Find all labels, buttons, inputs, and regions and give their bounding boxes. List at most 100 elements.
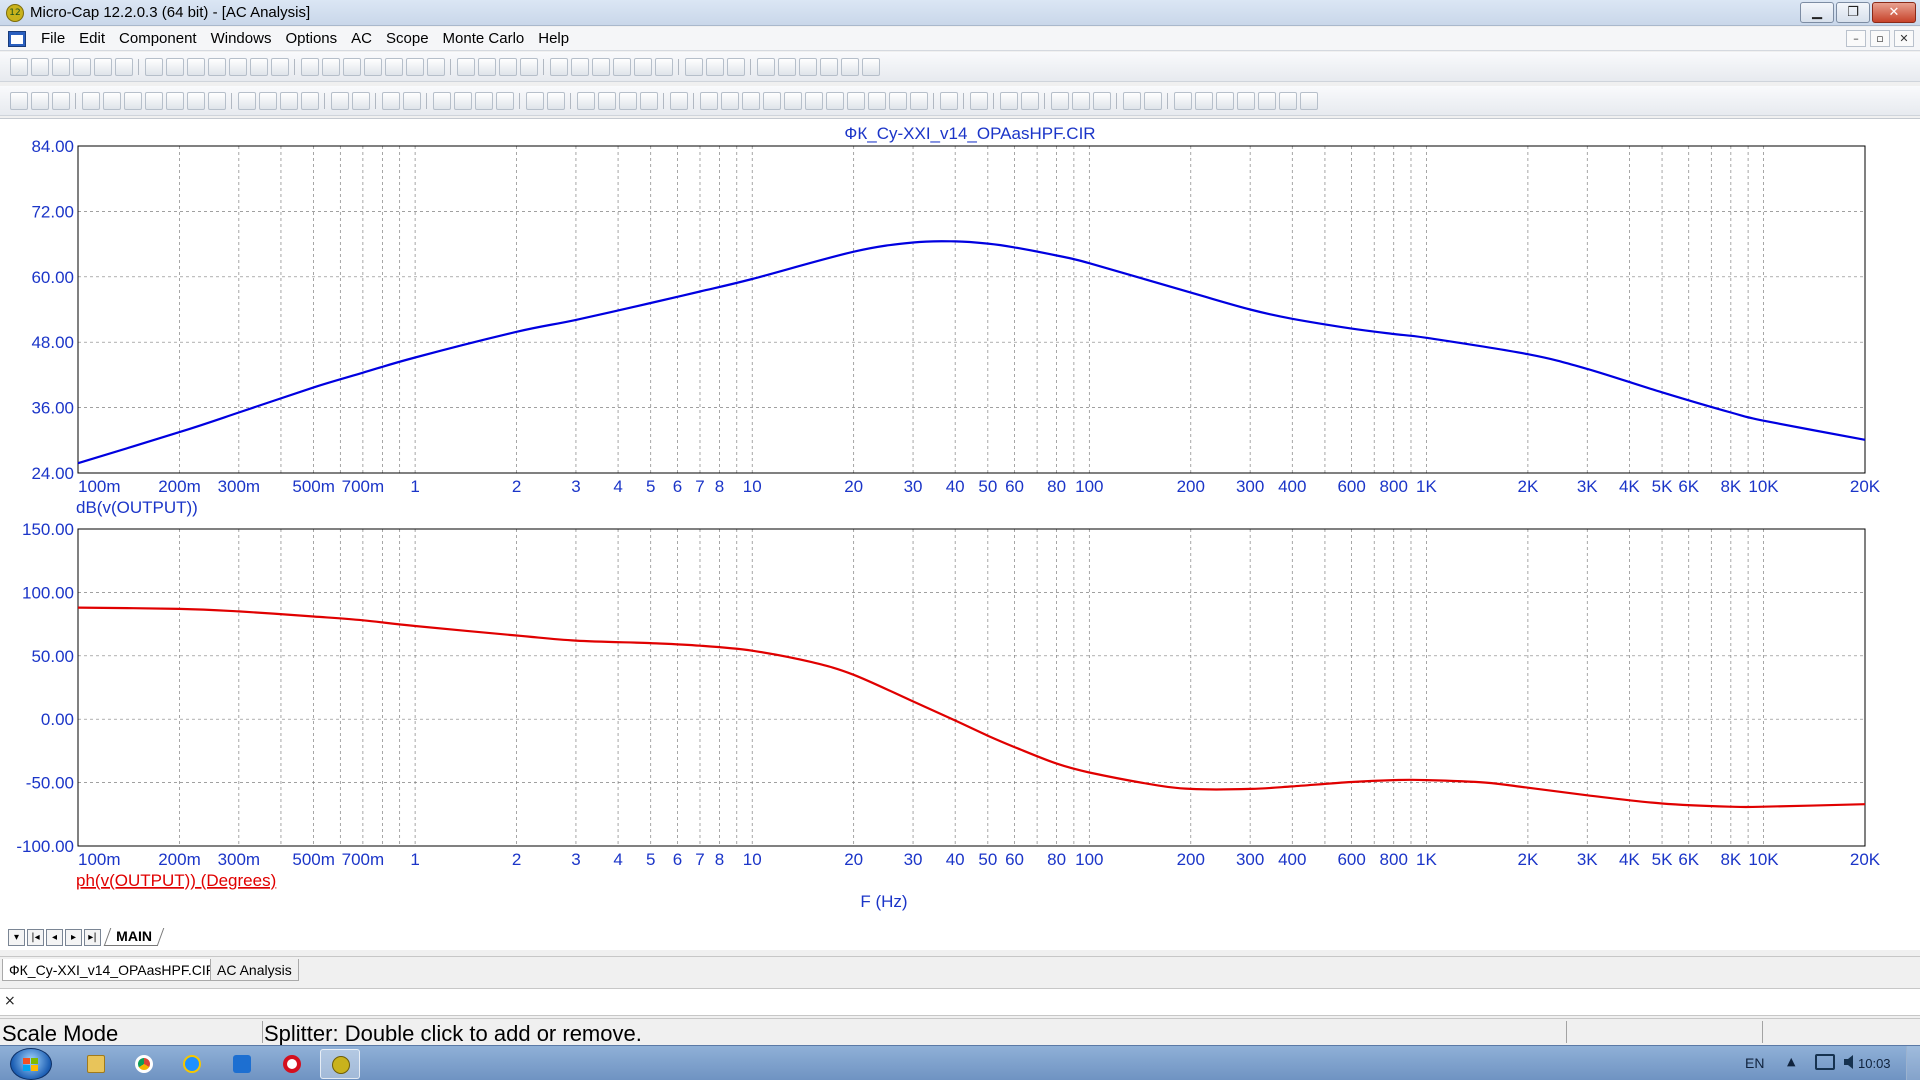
window3-icon[interactable] [124, 92, 142, 110]
menu-monte-carlo[interactable]: Monte Carlo [436, 30, 532, 48]
output-close-icon[interactable]: × [4, 993, 16, 1009]
copy-icon[interactable] [208, 58, 226, 76]
first-page-button[interactable]: |◂ [27, 928, 44, 946]
color-icon[interactable] [1123, 92, 1141, 110]
print-icon[interactable] [115, 58, 133, 76]
peak-icon[interactable] [700, 92, 718, 110]
source-icon[interactable] [520, 58, 538, 76]
window1-icon[interactable] [82, 92, 100, 110]
phase-trace-label[interactable]: ph(v(OUTPUT)) (Degrees) [76, 871, 276, 890]
window4-icon[interactable] [145, 92, 163, 110]
properties-icon[interactable] [757, 58, 775, 76]
magnitude-trace-label[interactable]: dB(v(OUTPUT)) [76, 498, 198, 517]
tray-expand-icon[interactable]: ▲ [1787, 1055, 1795, 1068]
last-page-button[interactable]: ▸| [84, 928, 101, 946]
window6-icon[interactable] [187, 92, 205, 110]
resistor-icon[interactable] [322, 58, 340, 76]
menu-windows[interactable]: Windows [204, 30, 279, 48]
grid2-icon[interactable] [547, 92, 565, 110]
cursor-icon[interactable] [352, 92, 370, 110]
align3-icon[interactable] [1216, 92, 1234, 110]
chart-icon[interactable] [841, 58, 859, 76]
high-icon[interactable] [742, 92, 760, 110]
undo-icon[interactable] [145, 58, 163, 76]
save-all-icon[interactable] [73, 58, 91, 76]
zoom4-icon[interactable] [640, 92, 658, 110]
menu-options[interactable]: Options [278, 30, 344, 48]
layout2-icon[interactable] [454, 92, 472, 110]
save-icon[interactable] [52, 58, 70, 76]
run-icon[interactable] [259, 92, 277, 110]
text-icon[interactable] [208, 92, 226, 110]
plot-area[interactable]: ФК_Cy-XXI_v14_OPAasHPF.CIR 84.00 72.00 60.… [0, 118, 1920, 950]
clock[interactable]: 10:03 [1858, 1056, 1891, 1071]
taskbar-chrome[interactable] [124, 1049, 164, 1079]
probe-icon[interactable] [478, 58, 496, 76]
start-button[interactable] [10, 1048, 52, 1080]
doc-tab-circuit[interactable]: ФК_Cy-XXI_v14_OPAasHPF.CIR [2, 959, 223, 981]
taskbar-microcap[interactable] [320, 1049, 360, 1079]
opamp-icon[interactable] [457, 58, 475, 76]
close-button[interactable]: ✕ [1872, 2, 1916, 23]
align2-icon[interactable] [1195, 92, 1213, 110]
mdi-minimize-button[interactable]: – [1846, 30, 1866, 47]
zoom-in-icon[interactable] [1051, 92, 1069, 110]
valley-icon[interactable] [721, 92, 739, 110]
tile-v-icon[interactable] [592, 58, 610, 76]
align6-icon[interactable] [1279, 92, 1297, 110]
zoom1-icon[interactable] [577, 92, 595, 110]
cut-icon[interactable] [187, 58, 205, 76]
step-icon[interactable] [52, 92, 70, 110]
window2-icon[interactable] [103, 92, 121, 110]
align7-icon[interactable] [1300, 92, 1318, 110]
library-icon[interactable] [706, 58, 724, 76]
select-all-icon[interactable] [271, 58, 289, 76]
ac-analysis-plot[interactable]: ФК_Cy-XXI_v14_OPAasHPF.CIR 84.0072.0060.… [0, 119, 1920, 951]
layout3-icon[interactable] [475, 92, 493, 110]
stop-icon[interactable] [301, 92, 319, 110]
menu-help[interactable]: Help [531, 30, 576, 48]
layout1-icon[interactable] [433, 92, 451, 110]
window-cascade-icon[interactable] [550, 58, 568, 76]
document-icon[interactable] [8, 31, 26, 47]
phase-plot[interactable]: 150.00 100.00 50.00 0.00 -50.00 -100.00100m 20… [16, 520, 1880, 869]
align1-icon[interactable] [1174, 92, 1192, 110]
inductor-icon[interactable] [364, 58, 382, 76]
window5-icon[interactable] [166, 92, 184, 110]
level-icon[interactable] [805, 92, 823, 110]
tag-icon[interactable] [940, 92, 958, 110]
pointer-icon[interactable] [10, 92, 28, 110]
show-desktop-button[interactable] [1906, 1046, 1920, 1080]
prev-page-button[interactable]: ◂ [46, 928, 63, 946]
global-low-icon[interactable] [868, 92, 886, 110]
globe-icon[interactable] [727, 58, 745, 76]
menu-ac[interactable]: AC [344, 30, 379, 48]
pan-icon[interactable] [1093, 92, 1111, 110]
next-page-button[interactable]: ▸ [65, 928, 82, 946]
magnitude-series-line[interactable] [77, 240, 1866, 465]
edit-icon[interactable] [670, 92, 688, 110]
language-indicator[interactable]: EN [1745, 1055, 1764, 1071]
bottom-icon[interactable] [910, 92, 928, 110]
taskbar-app[interactable] [222, 1049, 262, 1079]
align4-icon[interactable] [1237, 92, 1255, 110]
open-icon[interactable] [31, 58, 49, 76]
scale-icon[interactable] [331, 92, 349, 110]
paste-icon[interactable] [229, 58, 247, 76]
calc-icon[interactable] [655, 58, 673, 76]
box1-icon[interactable] [382, 92, 400, 110]
fit-icon[interactable] [1000, 92, 1018, 110]
tile-h-icon[interactable] [571, 58, 589, 76]
record-icon[interactable] [31, 92, 49, 110]
ground-icon[interactable] [301, 58, 319, 76]
switch-icon[interactable] [499, 58, 517, 76]
print-preview-icon[interactable] [94, 58, 112, 76]
new-icon[interactable] [10, 58, 28, 76]
top-icon[interactable] [889, 92, 907, 110]
menu-file[interactable]: File [34, 30, 72, 48]
delete-icon[interactable] [250, 58, 268, 76]
image-icon[interactable] [238, 92, 256, 110]
diode-icon[interactable] [385, 58, 403, 76]
redo-icon[interactable] [166, 58, 184, 76]
options-icon[interactable] [820, 58, 838, 76]
